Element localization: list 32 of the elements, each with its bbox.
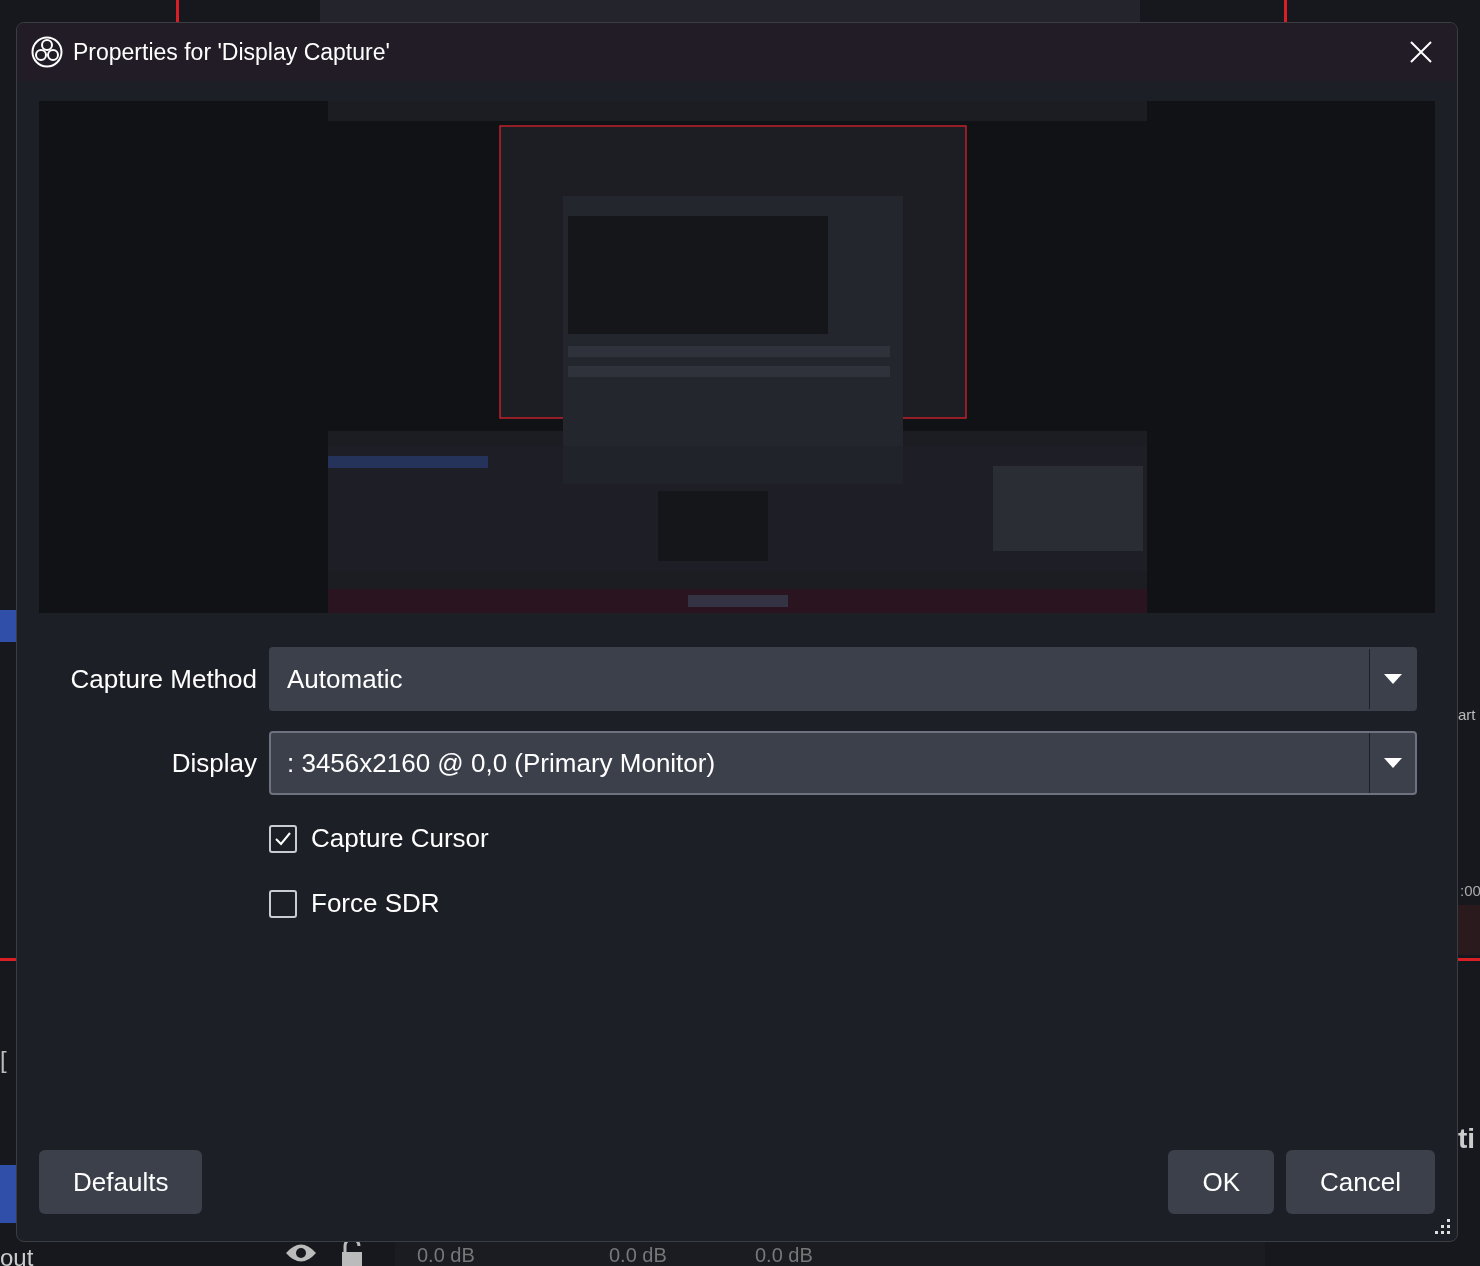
window-title: Properties for 'Display Capture'	[73, 37, 391, 67]
checkbox[interactable]	[269, 824, 297, 853]
eye-icon[interactable]	[285, 1242, 317, 1264]
checkbox-label: Capture Cursor	[311, 822, 489, 855]
dropdown[interactable]: : 3456x2160 @ 0,0 (Primary Monitor)	[269, 731, 1417, 795]
checkbox-label: Force SDR	[311, 887, 440, 920]
caret-icon	[1383, 674, 1402, 684]
caret-icon	[1383, 758, 1402, 768]
meter-background	[1458, 905, 1480, 955]
meter-reading: 0.0 dB	[417, 1243, 475, 1266]
background-text: [	[0, 1045, 7, 1075]
background-text: out	[0, 1243, 34, 1266]
meter-reading: 0.0 dB	[609, 1243, 667, 1266]
dialog-button[interactable]: OK	[1168, 1150, 1275, 1214]
checkbox[interactable]	[269, 889, 297, 918]
meter-reading: 0.0 dB	[755, 1243, 813, 1266]
close-icon	[1409, 40, 1433, 64]
background-text: art	[1458, 705, 1476, 725]
selected-row-highlight	[0, 610, 16, 642]
field-label: Capture Method	[69, 662, 257, 696]
selected-row-highlight	[0, 1165, 16, 1223]
dropdown[interactable]: Automatic	[269, 647, 1417, 711]
background-text: ti	[1458, 1122, 1476, 1156]
selection-border-line	[1458, 958, 1480, 961]
dialog-button[interactable]: Defaults	[39, 1150, 203, 1214]
app-logo-icon	[31, 36, 63, 68]
dialog-button[interactable]: Cancel	[1286, 1150, 1435, 1214]
background-text: :00	[1460, 881, 1480, 901]
field-label: Display	[170, 746, 257, 780]
selection-border-line	[1284, 0, 1287, 22]
selection-border-line	[176, 0, 179, 22]
resize-grip-icon[interactable]	[1435, 1219, 1451, 1235]
